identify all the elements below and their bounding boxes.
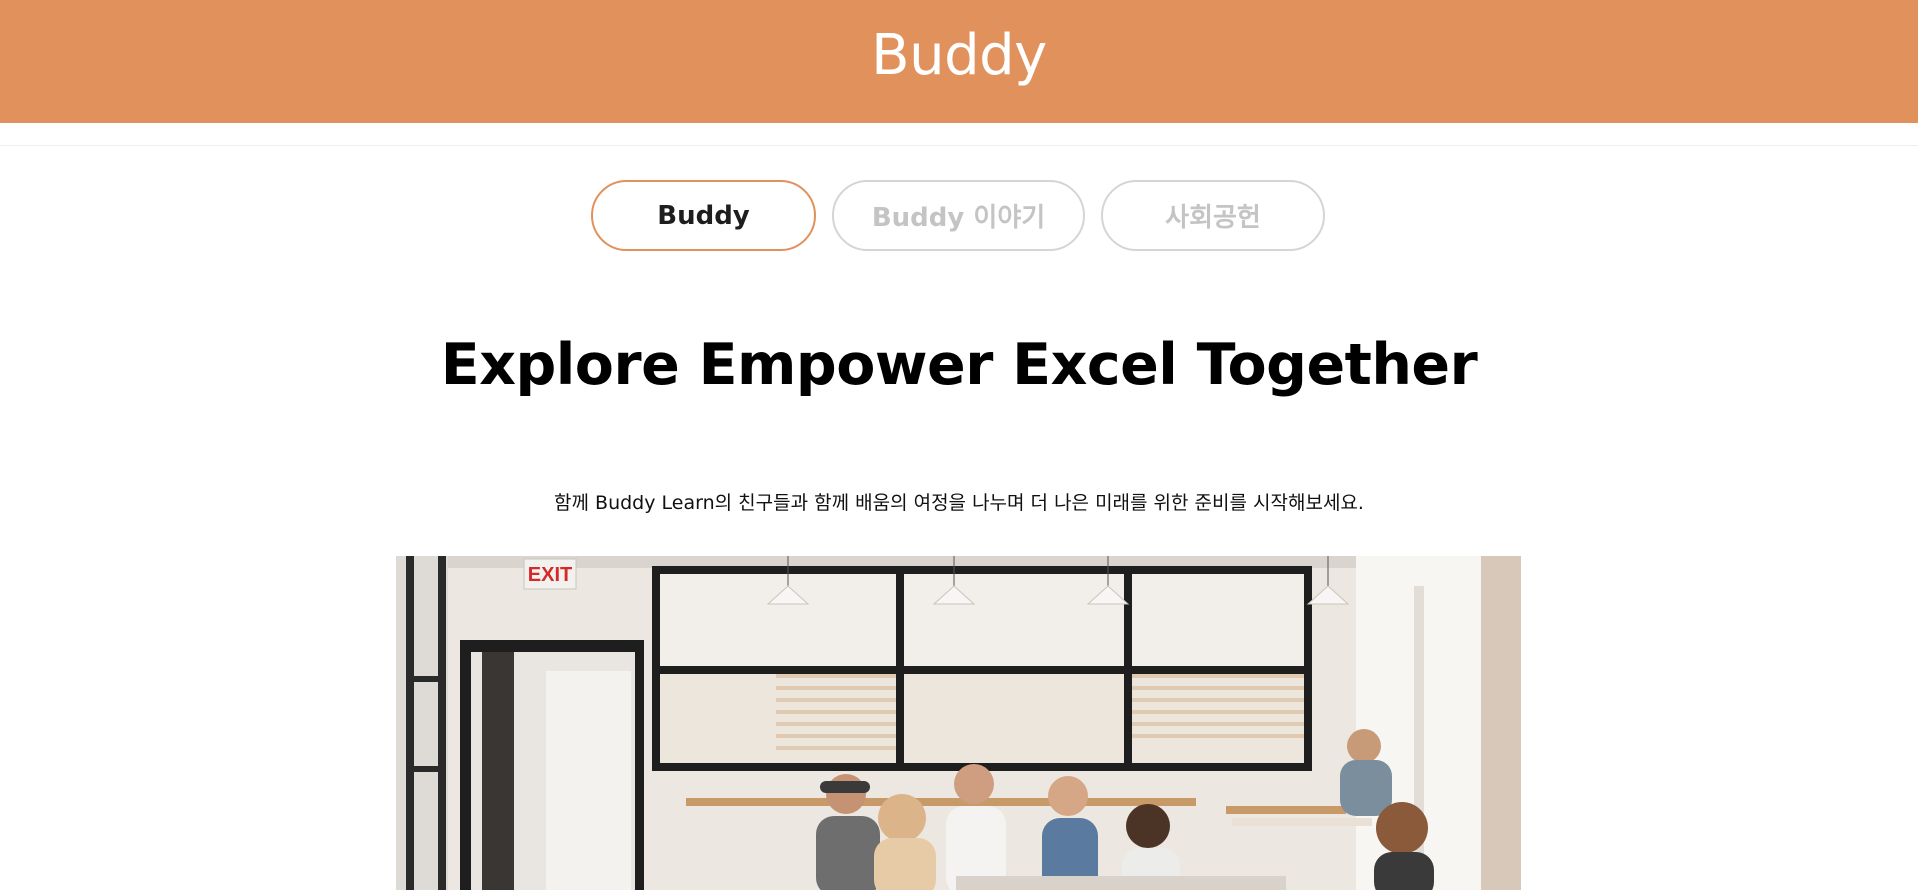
tab-buddy[interactable]: Buddy bbox=[591, 180, 816, 251]
exit-sign: EXIT bbox=[528, 564, 572, 586]
office-photo-illustration: EXIT bbox=[396, 556, 1521, 890]
tab-buddy-story[interactable]: Buddy 이야기 bbox=[832, 180, 1085, 251]
hero-title: Explore Empower Excel Together bbox=[440, 332, 1478, 398]
site-title[interactable]: Buddy bbox=[871, 23, 1047, 88]
hero-photo: EXIT bbox=[396, 556, 1521, 890]
hero-subtitle: 함께 Buddy Learn의 친구들과 함께 배움의 여정을 나누며 더 나은… bbox=[554, 492, 1364, 514]
site-header: Buddy bbox=[0, 0, 1918, 123]
tab-bar: Buddy Buddy 이야기 사회공헌 bbox=[591, 180, 1325, 251]
header-divider bbox=[0, 145, 1918, 146]
tab-social-contribution[interactable]: 사회공헌 bbox=[1101, 180, 1325, 251]
